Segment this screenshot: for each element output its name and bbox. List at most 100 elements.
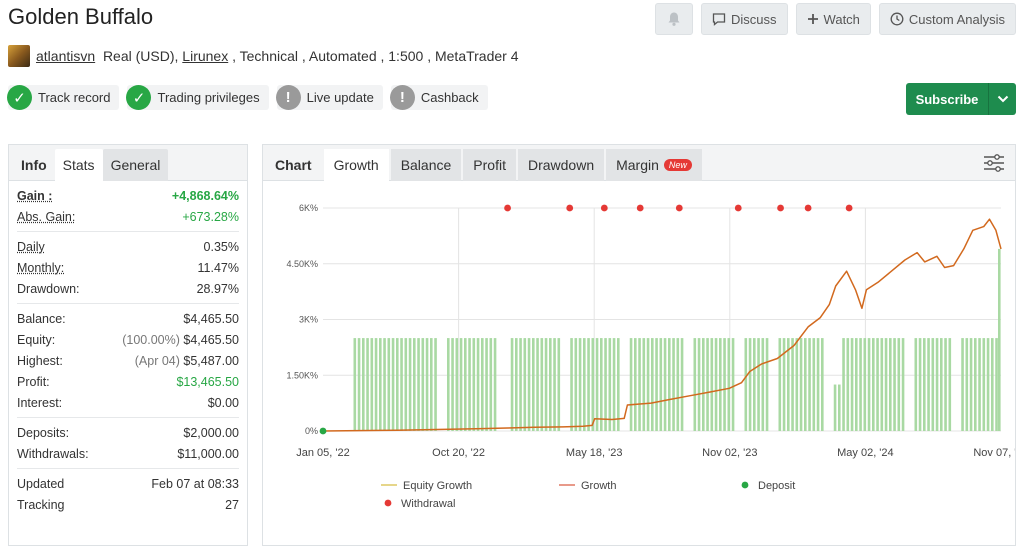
badge-track-record[interactable]: ✓ Track record <box>7 85 120 110</box>
stat-value: 28.97% <box>196 281 239 296</box>
stat-highest: Highest: (Apr 04) $5,487.00 <box>17 350 239 371</box>
notify-button[interactable] <box>655 3 694 35</box>
stat-label: Highest: <box>17 353 63 368</box>
stat-value: $11,000.00 <box>177 446 239 461</box>
equity-bar <box>391 338 395 431</box>
tab-growth[interactable]: Growth <box>323 149 389 181</box>
equity-bar <box>357 338 361 431</box>
tab-drawdown[interactable]: Drawdown <box>517 149 605 181</box>
equity-bar <box>808 338 811 431</box>
stat-equity: Equity: (100.00%) $4,465.50 <box>17 329 239 350</box>
stat-label: Drawdown: <box>17 281 80 296</box>
tab-profit[interactable]: Profit <box>463 149 516 181</box>
equity-bar <box>897 338 901 431</box>
badge-trading-privileges[interactable]: ✓ Trading privileges <box>126 85 269 110</box>
stat-updated: Updated Feb 07 at 08:33 <box>17 473 239 494</box>
user-link[interactable]: atlantisvn <box>36 48 95 64</box>
equity-bar <box>838 384 841 431</box>
equity-bar <box>940 338 943 431</box>
watch-button[interactable]: Watch <box>795 3 871 35</box>
equity-bar <box>544 338 548 431</box>
equity-bar <box>510 338 514 431</box>
subscribe-dropdown[interactable] <box>988 83 1016 115</box>
tab-general[interactable]: General <box>102 149 169 181</box>
equity-bar <box>383 338 386 431</box>
stat-abs-gain: Abs. Gain: +673.28% <box>17 206 239 227</box>
equity-bar <box>914 338 918 431</box>
new-badge: New <box>663 159 692 171</box>
equity-bar <box>578 338 582 431</box>
stat-label: Deposits: <box>17 425 70 440</box>
stat-label: Interest: <box>17 395 63 410</box>
stat-value: $5,487.00 <box>183 353 239 368</box>
stat-label: Equity: <box>17 332 56 347</box>
badge-label: Track record <box>38 90 111 105</box>
equity-bar <box>901 338 905 431</box>
legend-swatch <box>741 481 749 489</box>
chart-tab-label: Chart <box>275 157 312 173</box>
legend-label: Withdrawal <box>401 498 455 510</box>
stat-label: Tracking <box>17 497 65 512</box>
y-tick-label: 4.50K% <box>286 259 318 269</box>
discuss-button[interactable]: Discuss <box>701 3 788 35</box>
equity-bar <box>464 338 467 431</box>
equity-bar <box>731 338 735 431</box>
badge-cashback[interactable]: ! Cashback <box>389 85 488 110</box>
account-type-text: Real (USD), <box>102 48 179 64</box>
equity-bar <box>540 338 544 431</box>
account-type <box>95 48 103 64</box>
equity-bar <box>757 338 760 431</box>
x-tick-label: Nov 02, '23 <box>702 447 757 459</box>
equity-bar <box>396 338 399 431</box>
check-icon: ✓ <box>126 85 152 110</box>
stat-label: Updated <box>17 476 65 491</box>
equity-bar <box>549 338 552 431</box>
equity-bar <box>961 338 964 431</box>
tab-margin-label: Margin <box>616 157 659 173</box>
bell-icon <box>668 12 680 26</box>
equity-bar <box>872 338 875 431</box>
equity-bar <box>727 338 731 431</box>
broker-link[interactable]: Lirunex <box>182 48 228 64</box>
stat-label[interactable]: Gain : <box>17 189 52 203</box>
growth-chart[interactable]: 0% 1.50K% 3K% 4.50K% 6K% Jan 05, '22 Oct 20, '… <box>263 182 1015 546</box>
custom-analysis-button[interactable]: Custom Analysis <box>878 3 1016 35</box>
equity-bar <box>362 338 365 431</box>
y-tick-label: 0% <box>305 426 318 436</box>
tab-balance[interactable]: Balance <box>390 149 462 181</box>
equity-bar <box>527 338 531 431</box>
equity-bar <box>413 338 416 431</box>
equity-bar <box>974 338 977 431</box>
equity-bar <box>476 338 480 431</box>
chevron-down-icon <box>997 95 1008 103</box>
stat-profit: Profit: $13,465.50 <box>17 371 239 392</box>
stat-label[interactable]: Monthly: <box>17 261 64 275</box>
stat-prefix: (100.00%) <box>122 332 180 347</box>
stat-label: Withdrawals: <box>17 446 89 461</box>
tab-info[interactable]: Info <box>13 149 55 181</box>
tab-margin[interactable]: Margin New <box>606 149 702 181</box>
withdrawal-marker <box>675 204 683 212</box>
subscribe-button[interactable]: Subscribe <box>906 83 1016 115</box>
x-tick-label: May 02, '24 <box>837 447 894 459</box>
watch-label: Watch <box>823 11 860 27</box>
equity-bar <box>880 338 884 431</box>
stat-value: Feb 07 at 08:33 <box>151 476 239 491</box>
stat-value: +4,868.64% <box>171 188 239 203</box>
verification-badges: ✓ Track record ✓ Trading privileges ! Li… <box>7 85 488 110</box>
equity-bar <box>982 338 986 431</box>
tab-stats[interactable]: Stats <box>54 149 103 181</box>
account-details: , Technical , Automated , 1:500 , MetaTr… <box>228 48 519 64</box>
stat-monthly: Monthly: 11.47% <box>17 257 239 278</box>
sliders-icon[interactable] <box>983 154 1005 172</box>
equity-bar <box>778 338 782 431</box>
stats-list: Gain : +4,868.64% Abs. Gain: +673.28% Da… <box>9 181 247 519</box>
discuss-label: Discuss <box>731 11 777 27</box>
stat-label[interactable]: Abs. Gain: <box>17 210 75 224</box>
stat-label[interactable]: Daily <box>17 240 45 254</box>
equity-bar <box>417 338 420 431</box>
stat-drawdown: Drawdown: 28.97% <box>17 278 239 299</box>
stat-interest: Interest: $0.00 <box>17 392 239 413</box>
exclamation-icon: ! <box>389 85 415 110</box>
badge-live-update[interactable]: ! Live update <box>275 85 383 110</box>
